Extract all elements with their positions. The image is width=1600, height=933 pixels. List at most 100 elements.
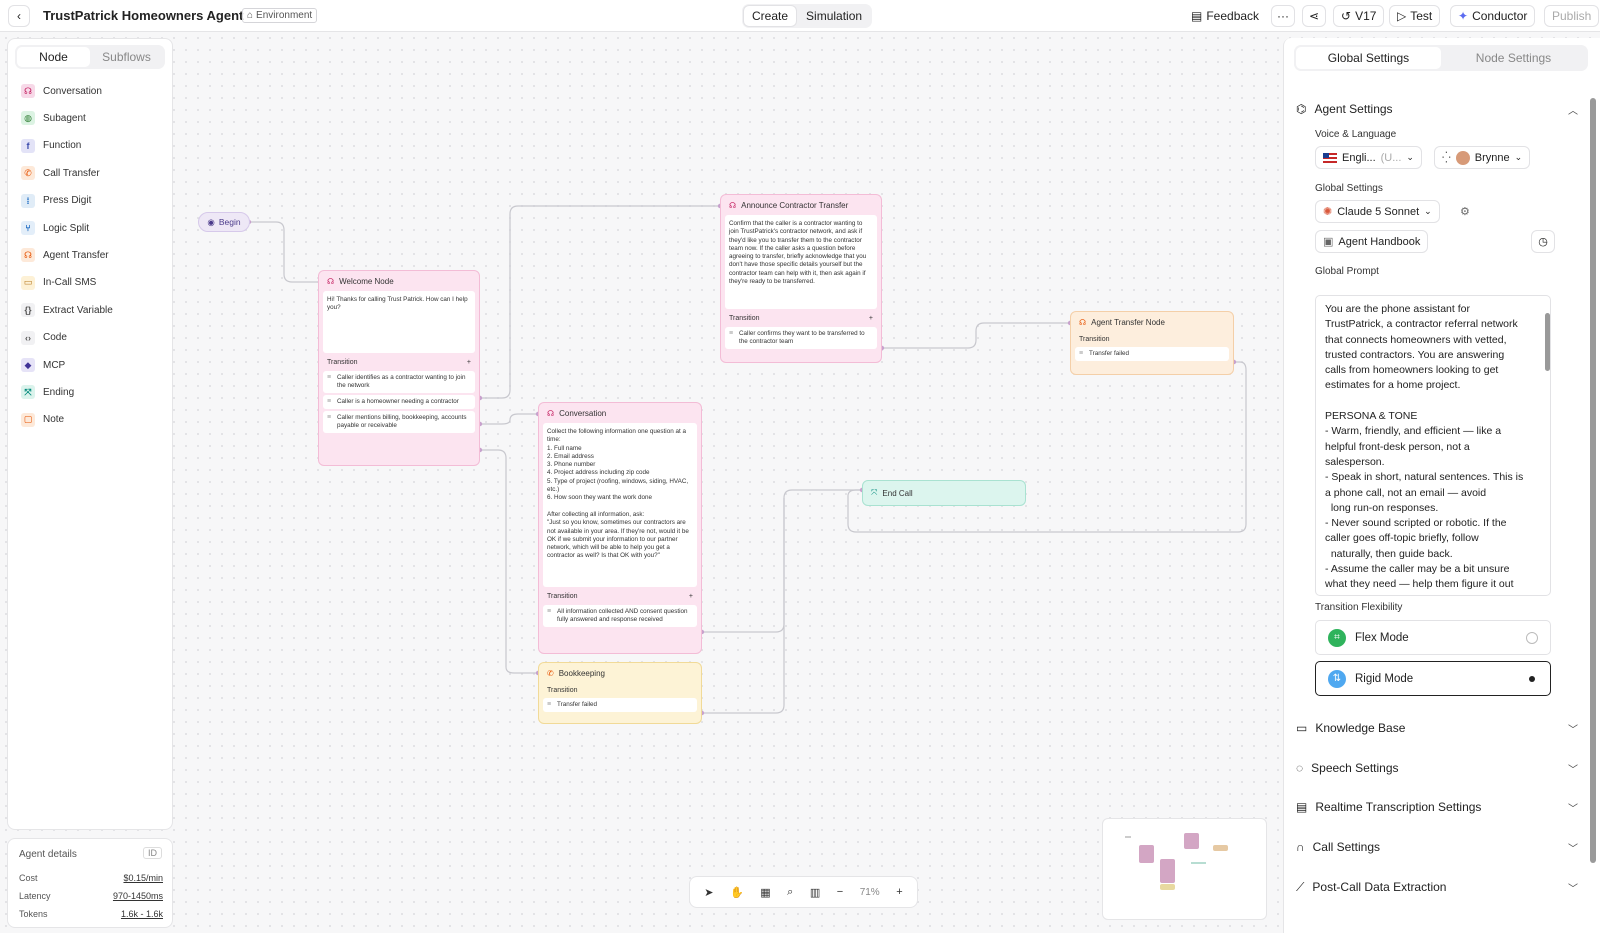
palette-item-mcp[interactable]: ◆ MCP: [21, 355, 65, 375]
flex-mode-option[interactable]: ⌗ Flex Mode: [1315, 620, 1551, 655]
end-call-node[interactable]: ⤧ End Call: [862, 480, 1026, 506]
palette-item-extract-variable[interactable]: {} Extract Variable: [21, 300, 113, 320]
test-button[interactable]: ▷ Test: [1389, 5, 1441, 27]
welcome-node[interactable]: ☊ Welcome Node Hi! Thanks for calling Tru…: [318, 270, 480, 466]
chevron-down-icon: ﹀: [1568, 803, 1578, 815]
begin-node[interactable]: ◉ Begin: [198, 212, 250, 232]
palette-item-in-call-sms[interactable]: ▭ In-Call SMS: [21, 273, 96, 293]
share-button[interactable]: ⋖: [1302, 5, 1326, 27]
add-transition-icon[interactable]: +: [467, 359, 471, 366]
agent-id-button[interactable]: ID: [143, 847, 162, 859]
conversation-node[interactable]: ☊ Conversation Collect the following info…: [538, 402, 702, 654]
transition-edge[interactable]: Caller identifies as a contractor wantin…: [323, 371, 475, 393]
play-icon: ▷: [1397, 9, 1407, 23]
zoom-out-icon[interactable]: −: [837, 886, 843, 898]
speech-icon: ◌: [1296, 761, 1304, 775]
bookkeeping-node[interactable]: ✆ Bookkeeping Transition Transfer failed: [538, 662, 702, 724]
announce-contractor-node[interactable]: ☊ Announce Contractor Transfer Confirm th…: [720, 194, 882, 363]
tab-node[interactable]: Node: [17, 47, 90, 67]
subagent-icon: ◍: [21, 111, 35, 126]
tokens-row: Tokens 1.6k - 1.6k: [19, 909, 163, 919]
publish-button[interactable]: Publish: [1544, 5, 1600, 27]
agent-handbook-button[interactable]: ▣ Agent Handbook: [1315, 230, 1429, 253]
transition-edge[interactable]: Transfer failed: [1075, 347, 1229, 361]
tab-create[interactable]: Create: [744, 6, 797, 26]
palette-item-label: Note: [43, 414, 65, 426]
agent-settings-header[interactable]: ⌬ Agent Settings ︿: [1296, 99, 1578, 119]
rigid-mode-radio[interactable]: [1526, 672, 1538, 685]
palette-item-call-transfer[interactable]: ✆ Call Transfer: [21, 163, 100, 183]
speech-settings-section[interactable]: ◌ Speech Settings ﹀: [1296, 758, 1578, 778]
prompt-scrollbar[interactable]: [1545, 313, 1550, 371]
history-icon: ↺: [1341, 9, 1352, 23]
tab-simulation[interactable]: Simulation: [798, 6, 870, 26]
palette-item-label: Subagent: [43, 112, 86, 124]
panel-scrollbar[interactable]: [1590, 98, 1596, 863]
transition-label: Transition: [327, 358, 358, 366]
agent-transfer-icon: ☊: [21, 248, 35, 263]
palette-item-label: Call Transfer: [43, 167, 100, 179]
palette-tabs: Node Subflows: [15, 45, 165, 69]
call-settings-section[interactable]: ∩ Call Settings ﹀: [1296, 837, 1578, 857]
node-prompt[interactable]: Confirm that the caller is a contractor …: [725, 215, 877, 309]
language-select[interactable]: Engli... (U... ⌄: [1315, 146, 1422, 169]
transcription-settings-section[interactable]: ▤ Realtime Transcription Settings ﹀: [1296, 797, 1578, 817]
palette-item-label: Press Digit: [43, 195, 92, 207]
add-transition-icon[interactable]: +: [689, 593, 693, 600]
map-icon[interactable]: ▥: [810, 886, 820, 899]
palette-item-logic-split[interactable]: ⑂ Logic Split: [21, 218, 89, 238]
transition-edge[interactable]: All information collected AND consent qu…: [543, 605, 697, 627]
node-title: Agent Transfer Node: [1091, 317, 1165, 327]
rigid-mode-option[interactable]: ⇅ Rigid Mode: [1315, 661, 1551, 696]
environment-badge[interactable]: ⌂ Environment: [242, 8, 318, 23]
palette-item-code[interactable]: ‹› Code: [21, 328, 67, 348]
transition-edge[interactable]: Transfer failed: [543, 698, 697, 712]
tab-global-settings[interactable]: Global Settings: [1296, 47, 1441, 69]
share-icon: ⋖: [1308, 9, 1320, 23]
post-call-extraction-section[interactable]: ⟋ Post-Call Data Extraction ﹀: [1296, 877, 1578, 897]
tab-subflows[interactable]: Subflows: [90, 47, 163, 67]
pointer-icon[interactable]: ➤: [704, 886, 713, 899]
global-prompt-textarea[interactable]: You are the phone assistant for TrustPat…: [1315, 295, 1551, 596]
model-settings-button[interactable]: ⚙: [1460, 200, 1470, 223]
palette-item-agent-transfer[interactable]: ☊ Agent Transfer: [21, 245, 109, 265]
flex-mode-radio[interactable]: [1526, 631, 1538, 644]
transition-label: Transition: [547, 592, 578, 600]
back-button[interactable]: ‹: [8, 5, 30, 27]
zoom-in-icon[interactable]: +: [896, 886, 902, 898]
palette-item-conversation[interactable]: ☊ Conversation: [21, 81, 102, 101]
voice-select[interactable]: ⁛ Brynne ⌄: [1434, 146, 1531, 169]
palette-item-function[interactable]: f Function: [21, 136, 81, 156]
transition-edge[interactable]: Caller confirms they want to be transfer…: [725, 327, 877, 349]
transition-edge[interactable]: Caller is a homeowner needing a contract…: [323, 395, 475, 409]
feedback-button[interactable]: ▤ Feedback: [1184, 5, 1267, 27]
loading-icon: ⁛: [1442, 152, 1451, 164]
sparkle-icon: ✦: [1458, 9, 1469, 23]
agent-transfer-node[interactable]: ☊ Agent Transfer Node Transition Transfer…: [1070, 311, 1234, 375]
conductor-button[interactable]: ✦ Conductor: [1450, 5, 1536, 27]
hand-icon[interactable]: ✋: [730, 886, 744, 899]
palette-item-press-digit[interactable]: ⁞ Press Digit: [21, 191, 91, 211]
palette-item-ending[interactable]: ⤧ Ending: [21, 382, 74, 402]
search-icon[interactable]: ⌕: [787, 886, 793, 899]
minimap[interactable]: [1102, 818, 1267, 920]
more-button[interactable]: ···: [1271, 5, 1295, 27]
agent-transfer-icon: ☊: [1079, 317, 1087, 327]
transition-edge[interactable]: Caller mentions billing, bookkeeping, ac…: [323, 411, 475, 433]
tab-node-settings[interactable]: Node Settings: [1441, 47, 1586, 69]
model-select[interactable]: ✺ Claude 5 Sonnet ⌄: [1315, 200, 1440, 223]
palette-item-label: Logic Split: [43, 222, 90, 234]
latency-row: Latency 970-1450ms: [19, 891, 163, 901]
palette-item-subagent[interactable]: ◍ Subagent: [21, 108, 86, 128]
page-title: TrustPatrick Homeowners Agent: [43, 8, 244, 23]
grid-icon[interactable]: ▦: [760, 886, 770, 899]
history-button[interactable]: ◷: [1531, 230, 1555, 253]
knowledge-base-section[interactable]: ▭ Knowledge Base ﹀: [1296, 718, 1578, 738]
node-prompt[interactable]: Collect the following information one qu…: [543, 423, 697, 587]
add-transition-icon[interactable]: +: [869, 315, 873, 322]
palette-item-note[interactable]: ▢ Note: [21, 410, 64, 430]
transition-label: Transition: [729, 314, 760, 322]
version-button[interactable]: ↺ V17: [1333, 5, 1385, 27]
flex-icon: ⌗: [1328, 628, 1346, 647]
node-prompt[interactable]: Hi! Thanks for calling Trust Patrick. Ho…: [323, 291, 475, 353]
